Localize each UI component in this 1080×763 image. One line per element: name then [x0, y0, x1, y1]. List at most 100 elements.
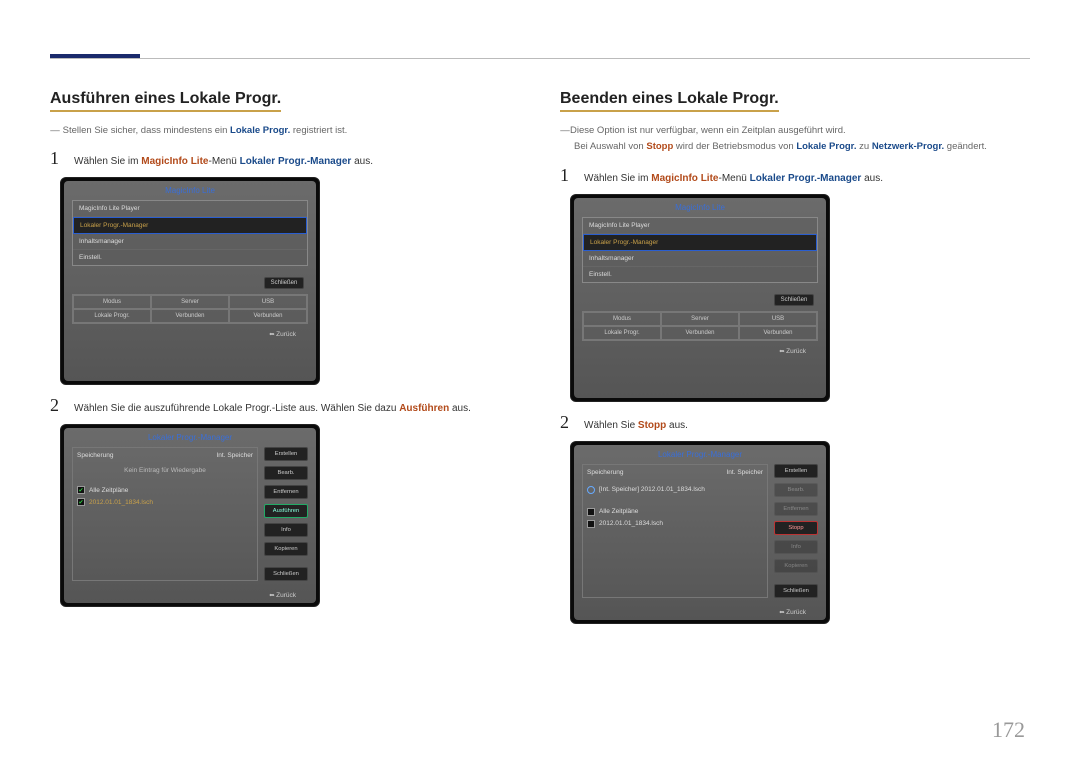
screenshot-magicinfo: MagicInfo Lite MagicInfo Lite Player Lok… [570, 194, 830, 402]
copy-button: Kopieren [774, 559, 818, 573]
heading-left: Ausführen eines Lokale Progr. [50, 90, 281, 112]
create-button[interactable]: Erstellen [774, 464, 818, 478]
screenshot-lpm: Lokaler Progr.-Manager Speicherung Int. … [60, 424, 320, 607]
button-column: Erstellen Bearb. Entfernen Ausführen Inf… [264, 447, 308, 581]
run-button[interactable]: Ausführen [264, 504, 308, 518]
back-row[interactable]: ➦Zurück [64, 585, 316, 601]
menu-item[interactable]: Einstell. [73, 250, 307, 265]
menu-item[interactable]: Einstell. [583, 267, 817, 282]
menu-item-selected[interactable]: Lokaler Progr.-Manager [583, 234, 817, 251]
back-icon: ➦ [779, 608, 784, 616]
edit-button[interactable]: Bearb. [264, 466, 308, 480]
note-text: registriert ist. [290, 125, 347, 136]
checkbox-icon[interactable]: ✔ [77, 486, 85, 494]
cell: Modus [583, 312, 661, 326]
menu-item[interactable]: Inhaltsmanager [73, 234, 307, 250]
row-label: Alle Zeitpläne [89, 487, 128, 494]
step-text: Wählen Sie im MagicInfo Lite-Menü Lokale… [584, 171, 1030, 186]
two-columns: Ausführen eines Lokale Progr. ― Stellen … [50, 90, 1030, 634]
status-grid: Modus Server USB Lokale Progr. Verbunden… [72, 294, 308, 324]
cell: Verbunden [151, 309, 229, 323]
screenshot-title: MagicInfo Lite [64, 181, 316, 200]
menu-item-selected[interactable]: Lokaler Progr.-Manager [73, 217, 307, 234]
cell: Server [661, 312, 739, 326]
t: aus. [666, 420, 688, 431]
column-right: Beenden eines Lokale Progr. ―Diese Optio… [560, 90, 1030, 634]
highlight: Stopp [646, 141, 673, 152]
step-1: 1 Wählen Sie im MagicInfo Lite-Menü Loka… [50, 148, 520, 169]
remove-button: Entfernen [774, 502, 818, 516]
checkbox-icon[interactable]: ✔ [77, 498, 85, 506]
close-button[interactable]: Schließen [264, 277, 304, 289]
step-text: Wählen Sie Stopp aus. [584, 418, 1030, 433]
top-rule-accent [50, 54, 140, 58]
back-row[interactable]: ➦Zurück [574, 602, 826, 618]
page-number: 172 [992, 717, 1025, 743]
menu-item[interactable]: MagicInfo Lite Player [73, 201, 307, 217]
status-grid: Modus Server USB Lokale Progr. Verbunden… [582, 311, 818, 341]
screenshot-title: Lokaler Progr.-Manager [574, 445, 826, 464]
checkbox-icon[interactable] [587, 520, 595, 528]
menu-group: MagicInfo Lite Player Lokaler Progr.-Man… [72, 200, 308, 266]
menu-group: MagicInfo Lite Player Lokaler Progr.-Man… [582, 217, 818, 283]
t: aus. [449, 403, 471, 414]
back-label: Zurück [786, 348, 806, 355]
t: -Menü [208, 156, 239, 167]
t: geändert. [944, 141, 987, 152]
back-label: Zurück [276, 592, 296, 599]
note-line: ― Stellen Sie sicher, dass mindestens ei… [50, 124, 520, 138]
step-text: Wählen Sie die auszuführende Lokale Prog… [74, 401, 520, 416]
row-label: Alle Zeitpläne [599, 508, 638, 515]
close-button[interactable]: Schließen [774, 584, 818, 598]
highlight: Stopp [638, 420, 666, 431]
heading-right: Beenden eines Lokale Progr. [560, 90, 779, 112]
checkbox-icon[interactable] [587, 508, 595, 516]
schedule-row-all[interactable]: ✔ Alle Zeitpläne [77, 484, 253, 496]
note-text: Stellen Sie sicher, dass mindestens ein [63, 125, 230, 136]
cell: Lokale Progr. [73, 309, 151, 323]
storage-label: Speicherung [587, 469, 624, 476]
row-label: 2012.01.01_1834.lsch [599, 520, 663, 527]
note-line: Bei Auswahl von Stopp wird der Betriebsm… [560, 140, 1030, 154]
top-rule [50, 58, 1030, 59]
copy-button[interactable]: Kopieren [264, 542, 308, 556]
step-2: 2 Wählen Sie die auszuführende Lokale Pr… [50, 395, 520, 416]
create-button[interactable]: Erstellen [264, 447, 308, 461]
info-button[interactable]: Info [264, 523, 308, 537]
menu-item[interactable]: Inhaltsmanager [583, 251, 817, 267]
t: Wählen Sie im [584, 173, 651, 184]
cell: Server [151, 295, 229, 309]
close-button[interactable]: Schließen [774, 294, 814, 306]
highlight: Lokaler Progr.-Manager [750, 173, 862, 184]
schedule-row-all[interactable]: Alle Zeitpläne [587, 506, 763, 518]
step-1: 1 Wählen Sie im MagicInfo Lite-Menü Loka… [560, 165, 1030, 186]
highlight: Lokale Progr. [230, 125, 290, 136]
back-icon: ➦ [269, 330, 274, 338]
schedule-row[interactable]: ✔ 2012.01.01_1834.lsch [77, 496, 253, 508]
t: -Menü [718, 173, 749, 184]
screenshot-title: MagicInfo Lite [574, 198, 826, 217]
schedule-row[interactable]: 2012.01.01_1834.lsch [587, 518, 763, 530]
back-row[interactable]: ➦Zurück [64, 324, 316, 340]
remove-button[interactable]: Entfernen [264, 485, 308, 499]
highlight: MagicInfo Lite [141, 156, 208, 167]
back-icon: ➦ [269, 591, 274, 599]
stop-button[interactable]: Stopp [774, 521, 818, 535]
highlight: Lokaler Progr.-Manager [240, 156, 352, 167]
no-data-text: Kein Eintrag für Wiedergabe [77, 467, 253, 474]
close-button[interactable]: Schließen [264, 567, 308, 581]
note-text: Diese Option ist nur verfügbar, wenn ein… [570, 125, 846, 136]
highlight: MagicInfo Lite [651, 173, 718, 184]
t: zu [857, 141, 872, 152]
back-icon: ➦ [779, 347, 784, 355]
screenshot-magicinfo: MagicInfo Lite MagicInfo Lite Player Lok… [60, 177, 320, 385]
note-line: ―Diese Option ist nur verfügbar, wenn ei… [560, 124, 1030, 138]
menu-item[interactable]: MagicInfo Lite Player [583, 218, 817, 234]
schedule-list-panel: Speicherung Int. Speicher Kein Eintrag f… [72, 447, 258, 581]
step-number: 2 [560, 412, 574, 433]
back-row[interactable]: ➦Zurück [574, 341, 826, 357]
cell: USB [229, 295, 307, 309]
button-column: Erstellen Bearb. Entfernen Stopp Info Ko… [774, 464, 818, 598]
t: Wählen Sie die auszuführende Lokale Prog… [74, 403, 399, 414]
t: Wählen Sie im [74, 156, 141, 167]
